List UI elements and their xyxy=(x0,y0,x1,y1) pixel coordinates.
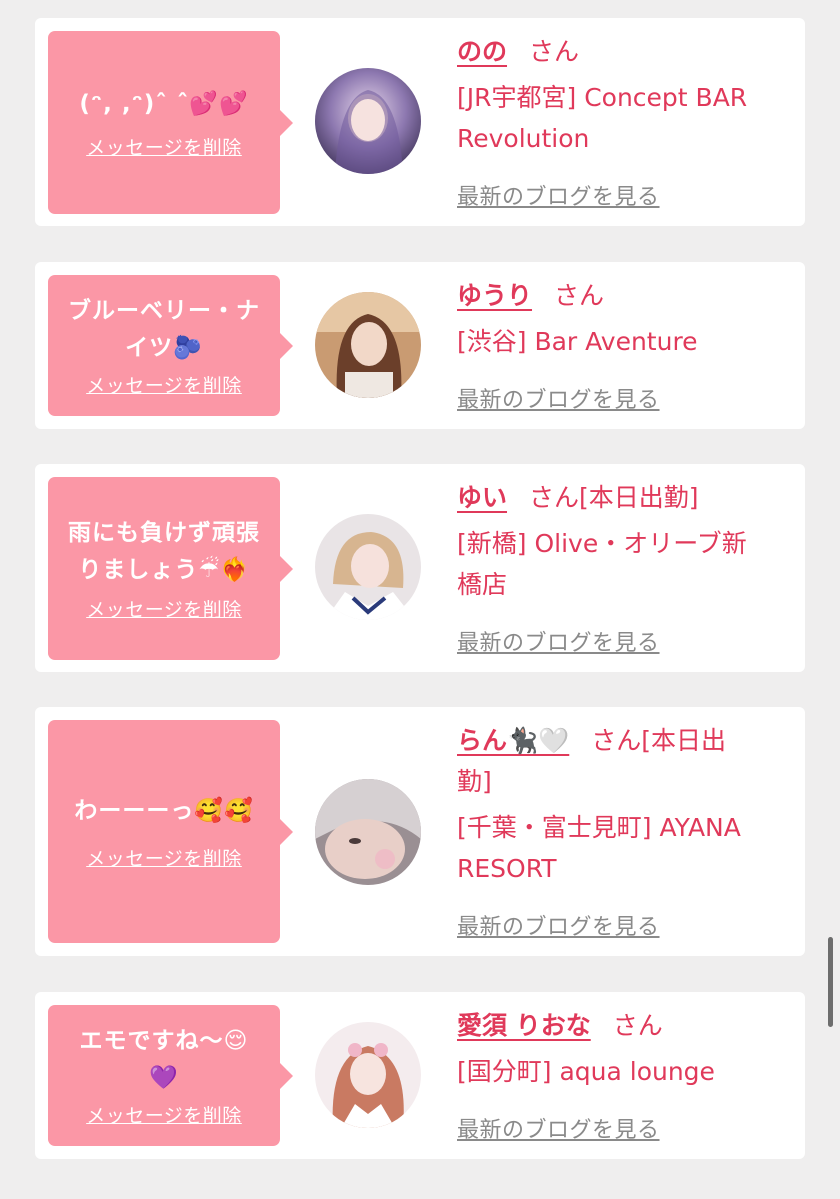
latest-blog-link[interactable]: 最新のブログを見る xyxy=(457,382,660,414)
cast-name-link[interactable]: ゆい xyxy=(457,483,507,512)
delete-message-link[interactable]: メッセージを削除 xyxy=(86,133,242,160)
message-card: わーーーっ🥰🥰 メッセージを削除 らん🐈‍⬛🤍 さん[本日出 勤] [千葉・富士見… xyxy=(35,707,805,956)
cast-info: らん🐈‍⬛🤍 さん[本日出 勤] [千葉・富士見町] AYANA RESORT xyxy=(457,720,802,889)
shop-name: [国分町] aqua lounge xyxy=(457,1057,715,1086)
shop-line: [新橋] Olive・オリーブ新 xyxy=(457,529,747,558)
shop-line: Revolution xyxy=(457,124,590,153)
message-text: ブルーベリー・ナ イツ🫐 xyxy=(68,293,260,367)
honorific: さん xyxy=(554,281,605,310)
cast-name-link[interactable]: のの xyxy=(457,37,507,66)
message-card: ブルーベリー・ナ イツ🫐 メッセージを削除 ゆうり さん [渋谷] Bar Ave… xyxy=(35,262,805,429)
shop-name: [新橋] Olive・オリーブ新 橋店 xyxy=(457,523,802,605)
message-text: エモですね〜😌 💜 xyxy=(80,1023,249,1097)
shop-line: 橋店 xyxy=(457,570,508,599)
shop-line: [JR宇都宮] Concept BAR xyxy=(457,83,748,112)
honorific: さん[本日出勤] xyxy=(529,483,699,512)
message-bubble: わーーーっ🥰🥰 メッセージを削除 xyxy=(48,720,293,943)
cast-name-link[interactable]: ゆうり xyxy=(457,281,532,310)
avatar[interactable] xyxy=(315,292,421,398)
message-line: ブルーベリー・ナ xyxy=(68,298,260,324)
scrollbar[interactable] xyxy=(828,937,833,1027)
latest-blog-link[interactable]: 最新のブログを見る xyxy=(457,179,660,211)
avatar[interactable] xyxy=(315,779,421,885)
shop-line: RESORT xyxy=(457,854,557,883)
honorific: さん[本日出 xyxy=(591,726,727,755)
shop-name: [千葉・富士見町] AYANA RESORT xyxy=(457,807,802,889)
message-text: (ᵔ, ,ᵔ)ˆ ˆ💕💕 xyxy=(79,90,249,117)
message-bubble: 雨にも負けず頑張 りましょう☔❤️‍🔥 メッセージを削除 xyxy=(48,477,293,660)
cast-info: 愛須 りおな さん [国分町] aqua lounge xyxy=(457,1005,802,1092)
message-line: りましょう☔❤️‍🔥 xyxy=(78,557,250,583)
cast-name-link[interactable]: らん🐈‍⬛🤍 xyxy=(457,726,569,755)
message-bubble: エモですね〜😌 💜 メッセージを削除 xyxy=(48,1005,293,1146)
cast-info: ゆうり さん [渋谷] Bar Aventure xyxy=(457,275,802,362)
latest-blog-link[interactable]: 最新のブログを見る xyxy=(457,1112,660,1144)
message-line: 雨にも負けず頑張 xyxy=(68,520,260,546)
message-card: 雨にも負けず頑張 りましょう☔❤️‍🔥 メッセージを削除 ゆい さん[本日出勤] … xyxy=(35,464,805,672)
latest-blog-link[interactable]: 最新のブログを見る xyxy=(457,625,660,657)
avatar[interactable] xyxy=(315,68,421,174)
cast-info: のの さん [JR宇都宮] Concept BAR Revolution xyxy=(457,31,802,159)
message-line: エモですね〜😌 xyxy=(79,1028,249,1054)
honorific: さん xyxy=(612,1011,663,1040)
message-text: 雨にも負けず頑張 りましょう☔❤️‍🔥 xyxy=(68,515,260,589)
message-card: エモですね〜😌 💜 メッセージを削除 愛須 りおな さん [国分町] aqua l… xyxy=(35,992,805,1159)
shop-name: [渋谷] Bar Aventure xyxy=(457,327,698,356)
shop-name: [JR宇都宮] Concept BAR Revolution xyxy=(457,77,802,159)
message-line: 💜 xyxy=(149,1065,179,1091)
delete-message-link[interactable]: メッセージを削除 xyxy=(86,371,242,398)
message-line: イツ🫐 xyxy=(125,335,203,361)
honorific: さん xyxy=(529,37,580,66)
delete-message-link[interactable]: メッセージを削除 xyxy=(86,844,242,871)
delete-message-link[interactable]: メッセージを削除 xyxy=(86,595,242,622)
delete-message-link[interactable]: メッセージを削除 xyxy=(86,1101,242,1128)
cast-name-link[interactable]: 愛須 りおな xyxy=(457,1011,591,1040)
message-bubble: ブルーベリー・ナ イツ🫐 メッセージを削除 xyxy=(48,275,293,416)
latest-blog-link[interactable]: 最新のブログを見る xyxy=(457,909,660,941)
message-bubble: (ᵔ, ,ᵔ)ˆ ˆ💕💕 メッセージを削除 xyxy=(48,31,293,214)
honorific-continued: 勤] xyxy=(457,767,492,796)
cast-info: ゆい さん[本日出勤] [新橋] Olive・オリーブ新 橋店 xyxy=(457,477,802,605)
shop-line: [千葉・富士見町] AYANA xyxy=(457,813,741,842)
message-text: わーーーっ🥰🥰 xyxy=(74,797,254,824)
message-card: (ᵔ, ,ᵔ)ˆ ˆ💕💕 メッセージを削除 のの さん [JR宇都宮] Conce… xyxy=(35,18,805,226)
avatar[interactable] xyxy=(315,514,421,620)
avatar[interactable] xyxy=(315,1022,421,1128)
